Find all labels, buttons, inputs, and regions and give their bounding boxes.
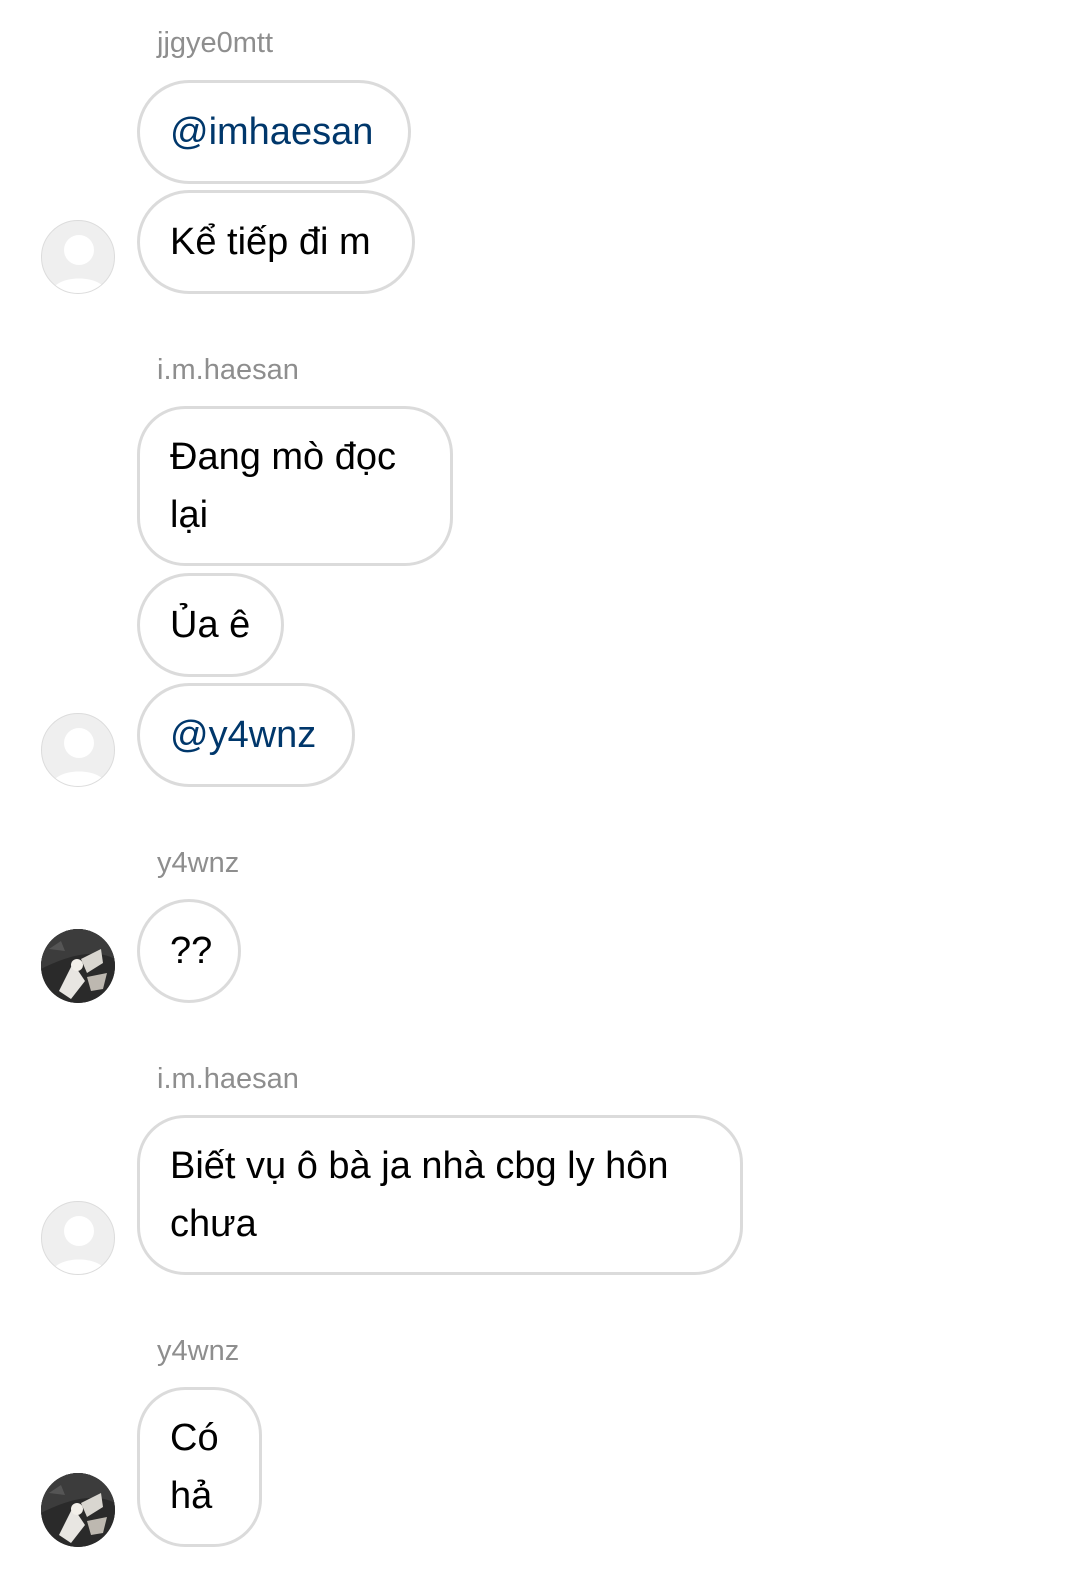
message-bubble[interactable]: Đang mò đọc lại (137, 406, 453, 566)
avatar[interactable] (41, 220, 115, 294)
sender-name[interactable]: y4wnz (157, 846, 239, 880)
message-text-line: Có (170, 1417, 219, 1459)
message-text-line: Biết vụ ô bà ja nhà cbg ly hôn (170, 1145, 669, 1187)
message-text-line: chưa (170, 1203, 257, 1245)
message-bubble[interactable]: @imhaesan (137, 80, 411, 184)
message-text: Kể tiếp đi m (170, 221, 371, 263)
message-bubble[interactable]: @y4wnz (137, 683, 355, 787)
mention-link[interactable]: @y4wnz (170, 706, 322, 764)
sender-name[interactable]: y4wnz (157, 1334, 239, 1368)
message-text-line: lại (170, 494, 209, 536)
sender-name[interactable]: jjgye0mtt (157, 26, 273, 60)
default-avatar-icon (51, 235, 107, 293)
avatar[interactable] (41, 929, 115, 1003)
avatar[interactable] (41, 713, 115, 787)
profile-photo (41, 1473, 115, 1547)
message-text-line: Đang mò đọc (170, 436, 397, 478)
profile-photo (41, 929, 115, 1003)
sender-name[interactable]: i.m.haesan (157, 1062, 299, 1096)
sender-name[interactable]: i.m.haesan (157, 353, 299, 387)
default-avatar-icon (51, 728, 107, 786)
message-text-line: hả (170, 1475, 213, 1517)
message-text: ?? (170, 930, 213, 972)
message-bubble[interactable]: Kể tiếp đi m (137, 190, 415, 294)
default-avatar-icon (51, 1216, 107, 1274)
avatar[interactable] (41, 1473, 115, 1547)
avatar[interactable] (41, 1201, 115, 1275)
message-bubble[interactable]: Biết vụ ô bà ja nhà cbg ly hôn chưa (137, 1115, 743, 1275)
message-text: Ủa ê (170, 604, 251, 646)
message-bubble[interactable]: Có hả (137, 1387, 262, 1547)
mention-link[interactable]: @imhaesan (170, 103, 378, 161)
message-bubble[interactable]: ?? (137, 899, 241, 1003)
message-bubble[interactable]: Ủa ê (137, 573, 284, 677)
